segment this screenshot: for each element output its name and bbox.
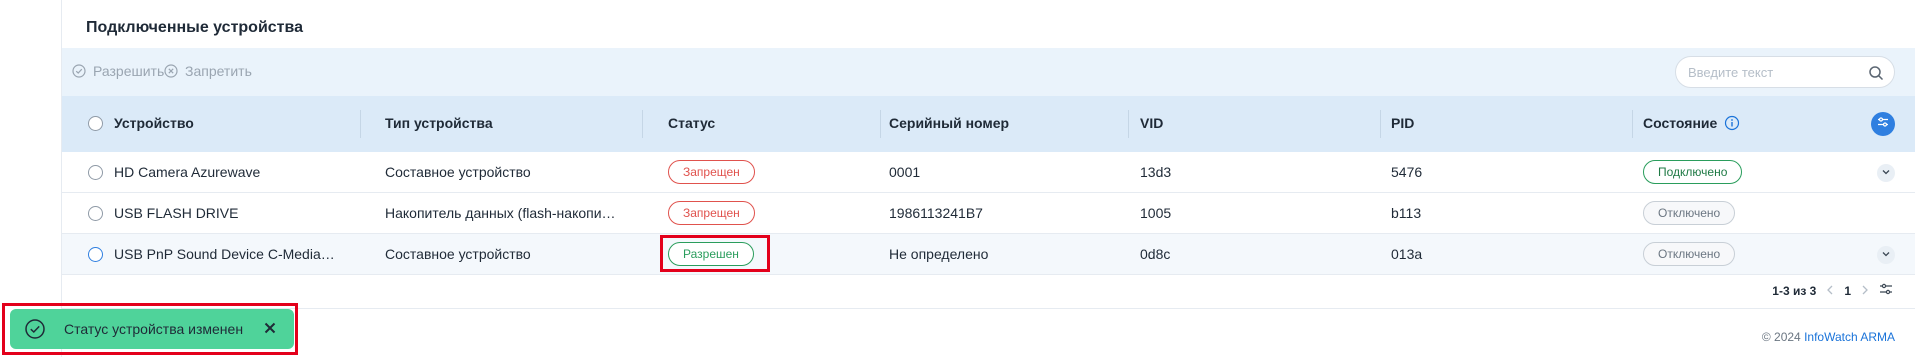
header-status[interactable]: Статус (668, 115, 715, 131)
column-divider[interactable] (1380, 110, 1381, 138)
x-circle-icon (164, 64, 178, 78)
column-divider[interactable] (360, 110, 361, 138)
table-row[interactable]: USB FLASH DRIVE Накопитель данных (flash… (62, 193, 1915, 234)
column-divider[interactable] (642, 110, 643, 138)
cell-vid: 0d8c (1140, 246, 1171, 262)
highlight-box (660, 235, 770, 272)
state-badge: Отключено (1643, 201, 1736, 225)
search-box (1675, 56, 1895, 88)
cell-device: HD Camera Azurewave (114, 164, 261, 180)
column-divider[interactable] (1632, 110, 1633, 138)
table-row[interactable]: HD Camera Azurewave Составное устройство… (62, 152, 1915, 193)
deny-button-label: Запретить (185, 63, 252, 79)
state-badge: Подключено (1643, 160, 1743, 184)
page: Подключенные устройства Разрешить Запрет… (0, 0, 1915, 357)
info-icon[interactable] (1724, 115, 1740, 131)
chevron-right-icon[interactable] (1861, 284, 1869, 298)
state-badge: Отключено (1643, 242, 1736, 266)
chevron-down-icon (1881, 246, 1891, 264)
cell-device: USB FLASH DRIVE (114, 205, 239, 221)
table-header: Устройство Тип устройства Статус Серийны… (62, 96, 1915, 152)
cell-pid: 013a (1391, 246, 1423, 262)
cell-serial: Не определено (889, 246, 989, 262)
cell-serial: 1986113241B7 (889, 205, 983, 221)
column-settings-button[interactable] (1871, 112, 1895, 136)
cell-vid: 1005 (1140, 205, 1172, 221)
cell-type: Накопитель данных (flash-накопи… (385, 205, 616, 221)
expand-row-button[interactable] (1877, 164, 1895, 182)
deny-button[interactable]: Запретить (164, 63, 252, 79)
header-vid[interactable]: VID (1140, 115, 1163, 131)
header-type[interactable]: Тип устройства (385, 115, 493, 131)
row-checkbox[interactable] (88, 206, 103, 221)
settings-sliders-icon[interactable] (1879, 283, 1893, 298)
row-checkbox[interactable] (88, 247, 103, 262)
cell-pid: 5476 (1391, 164, 1423, 180)
copyright: © 2024 InfoWatch ARMA (1762, 330, 1895, 344)
brand-link[interactable]: InfoWatch ARMA (1804, 330, 1895, 344)
status-badge: Запрещен (668, 201, 755, 225)
table-row[interactable]: USB PnP Sound Device C-Media… Составное … (62, 234, 1915, 275)
chevron-down-icon (1881, 164, 1891, 182)
cell-type: Составное устройство (385, 246, 531, 262)
expand-row-button[interactable] (1877, 246, 1895, 264)
settings-sliders-icon (1877, 115, 1889, 133)
cell-type: Составное устройство (385, 164, 531, 180)
pagination-range: 1-3 из 3 (1772, 283, 1817, 298)
allow-button[interactable]: Разрешить (72, 63, 164, 79)
status-badge: Запрещен (668, 160, 755, 184)
highlight-box (2, 303, 298, 355)
cell-serial: 0001 (889, 164, 921, 180)
chevron-left-icon[interactable] (1826, 284, 1834, 298)
cell-device: USB PnP Sound Device C-Media… (114, 246, 335, 262)
pagination-page[interactable]: 1 (1844, 284, 1851, 298)
header-device[interactable]: Устройство (114, 115, 194, 131)
select-all-checkbox[interactable] (88, 116, 103, 131)
search-icon[interactable] (1868, 65, 1884, 81)
copyright-prefix: © 2024 (1761, 330, 1801, 344)
column-divider[interactable] (1128, 110, 1129, 138)
check-circle-icon (72, 64, 86, 78)
column-divider[interactable] (880, 110, 881, 138)
cell-pid: b113 (1391, 205, 1422, 221)
row-checkbox[interactable] (88, 165, 103, 180)
table-toolbar: Разрешить Запретить (62, 48, 1915, 96)
header-serial[interactable]: Серийный номер (889, 115, 1009, 131)
cell-vid: 13d3 (1140, 164, 1172, 180)
divider (62, 308, 1915, 309)
search-input[interactable] (1688, 64, 1858, 80)
header-pid[interactable]: PID (1391, 115, 1414, 131)
allow-button-label: Разрешить (93, 63, 165, 79)
header-state[interactable]: Состояние (1643, 115, 1717, 131)
main-content: Подключенные устройства Разрешить Запрет… (62, 0, 1915, 357)
pagination: 1-3 из 3 1 (1772, 283, 1893, 298)
page-title: Подключенные устройства (86, 19, 304, 36)
